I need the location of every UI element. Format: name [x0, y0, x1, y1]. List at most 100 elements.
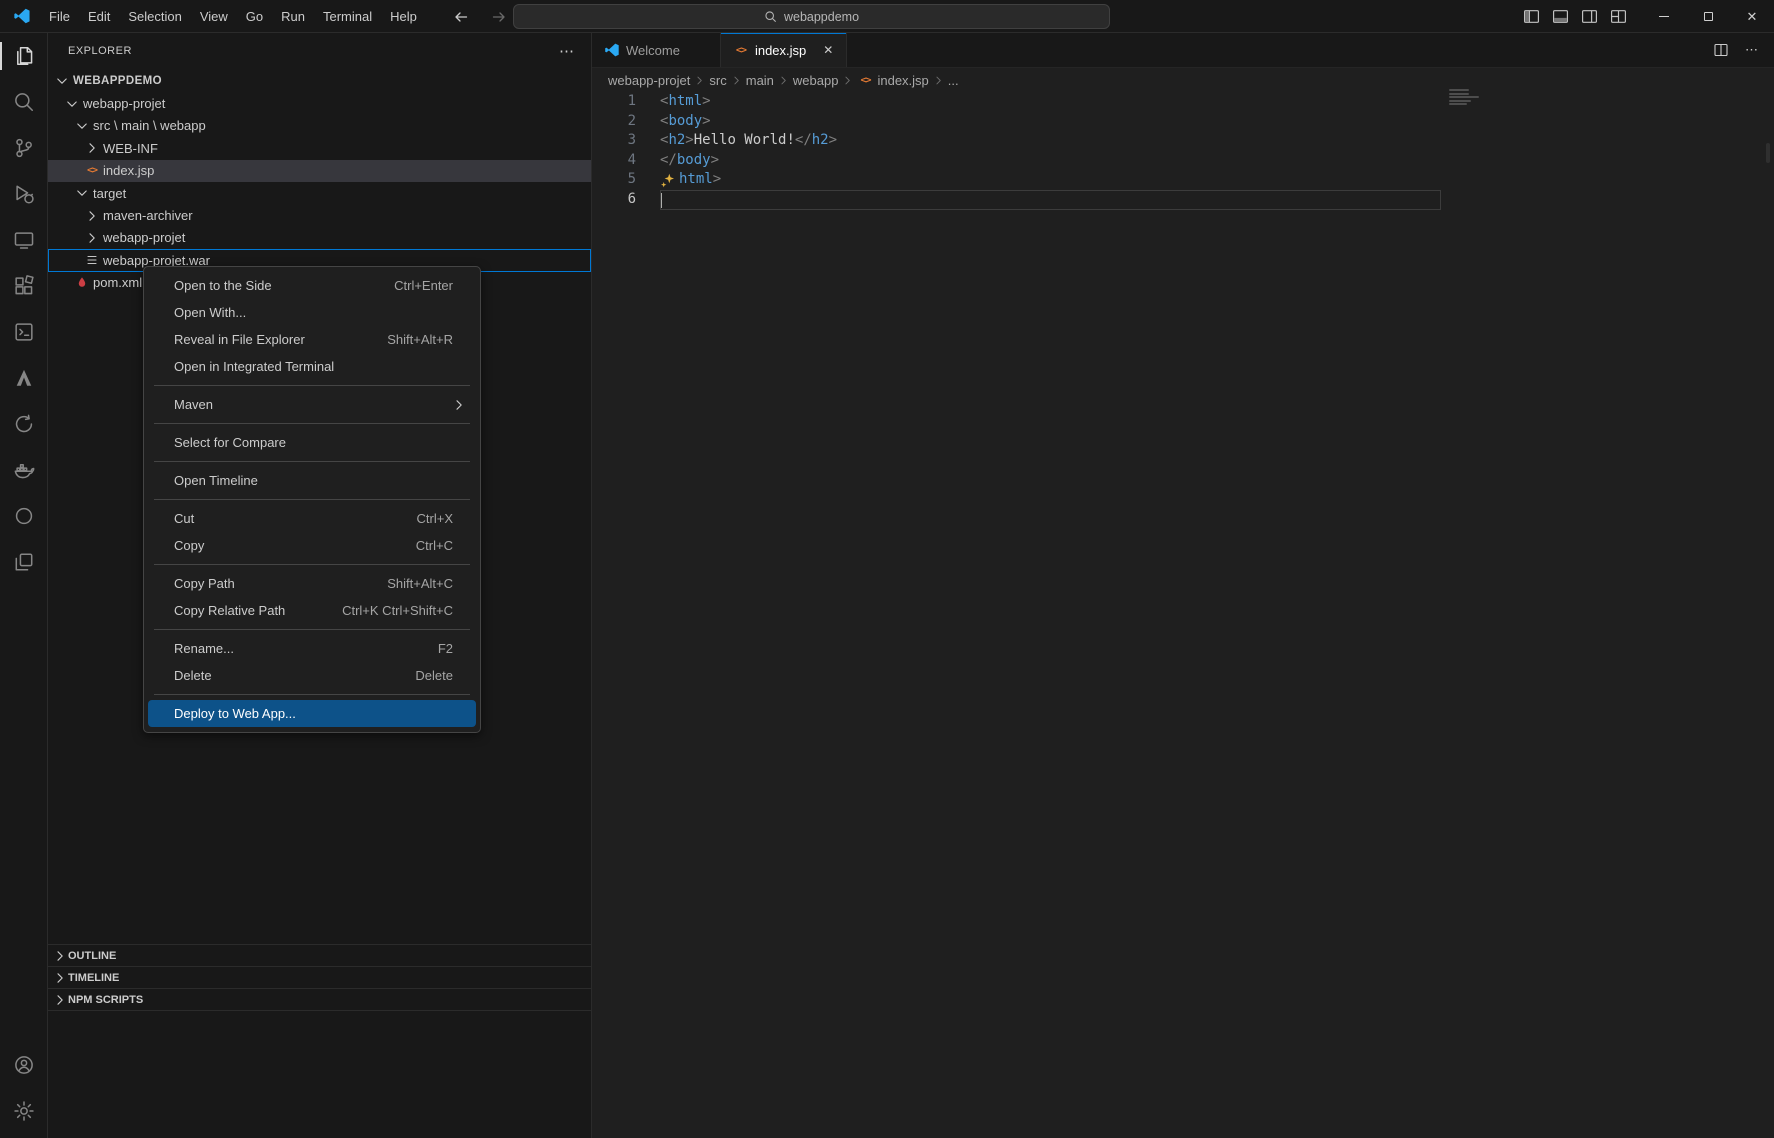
sidebar-section-outline[interactable]: OUTLINE — [48, 944, 591, 966]
menu-separator — [154, 461, 470, 462]
menubar-item-selection[interactable]: Selection — [119, 4, 190, 29]
context-menu-item-open-to-the-side[interactable]: Open to the SideCtrl+Enter — [148, 272, 476, 299]
line-number[interactable]: 2 — [592, 112, 636, 132]
pom-file-icon — [74, 275, 90, 291]
breadcrumb-separator-icon — [730, 74, 743, 87]
run-and-debug-icon[interactable] — [0, 171, 48, 217]
tree-item-webapp-projet[interactable]: webapp-projet — [48, 92, 591, 114]
manage-settings-icon[interactable] — [0, 1088, 48, 1134]
azure-icon[interactable] — [0, 355, 48, 401]
tree-item-webappdemo[interactable]: WEBAPPDEMO — [48, 70, 591, 92]
context-menu-item-copy-relative-path[interactable]: Copy Relative PathCtrl+K Ctrl+Shift+C — [148, 597, 476, 624]
menubar-item-terminal[interactable]: Terminal — [314, 4, 381, 29]
tree-item-label: target — [93, 186, 126, 201]
line-number[interactable]: 1 — [592, 92, 636, 112]
breadcrumb-item-webapp[interactable]: webapp — [793, 73, 839, 88]
context-menu-item-copy[interactable]: CopyCtrl+C — [148, 532, 476, 559]
split-editor-icon[interactable] — [1713, 42, 1729, 58]
dev-containers-icon[interactable] — [0, 309, 48, 355]
command-center-search[interactable]: webappdemo — [513, 4, 1110, 29]
back-button[interactable] — [450, 6, 472, 28]
vscode-file-icon — [604, 42, 620, 58]
code-editor[interactable]: 1<html>2<body>3<h2>Hello World!</h2>4</b… — [592, 92, 1774, 1138]
code-line-5[interactable]: 5html> — [592, 170, 1774, 190]
breadcrumb-item-webapp-projet[interactable]: webapp-projet — [608, 73, 690, 88]
tree-item-src-main-webapp[interactable]: src \ main \ webapp — [48, 115, 591, 137]
breadcrumb-item-item[interactable]: ... — [948, 73, 959, 88]
line-number[interactable]: 5 — [592, 170, 636, 190]
code-line-6[interactable]: 6 — [592, 190, 1774, 210]
code-line-3[interactable]: 3<h2>Hello World!</h2> — [592, 131, 1774, 151]
tab-welcome[interactable]: Welcome✕ — [592, 33, 721, 67]
context-menu-item-maven[interactable]: Maven — [148, 391, 476, 418]
line-number[interactable]: 3 — [592, 131, 636, 151]
menubar-item-run[interactable]: Run — [272, 4, 314, 29]
tree-item-webapp-projet[interactable]: webapp-projet — [48, 227, 591, 249]
close-tab-icon[interactable]: ✕ — [820, 43, 836, 57]
code-line-4[interactable]: 4</body> — [592, 151, 1774, 171]
menu-item-shortcut: Ctrl+K Ctrl+Shift+C — [342, 603, 453, 618]
code-line-content: <html> — [636, 92, 711, 112]
context-menu-item-open-in-integrated-terminal[interactable]: Open in Integrated Terminal — [148, 353, 476, 380]
docker-icon[interactable] — [0, 447, 48, 493]
maximize-button[interactable] — [1686, 0, 1730, 33]
toggle-primary-sidebar-icon[interactable] — [1521, 7, 1541, 27]
line-number[interactable]: 6 — [592, 190, 636, 210]
kubernetes-icon[interactable] — [0, 493, 48, 539]
submenu-chevron-icon — [451, 397, 467, 413]
menu-item-label: Copy — [174, 538, 392, 553]
editor-scrollbar[interactable] — [1766, 143, 1770, 163]
code-line-2[interactable]: 2<body> — [592, 112, 1774, 132]
tab-index-jsp[interactable]: <>index.jsp✕ — [721, 33, 847, 67]
sidebar-section-npm-scripts[interactable]: NPM SCRIPTS — [48, 988, 591, 1010]
tree-item-target[interactable]: target — [48, 182, 591, 204]
context-menu-item-rename[interactable]: Rename...F2 — [148, 635, 476, 662]
breadcrumb-item-index-jsp[interactable]: <>index.jsp — [857, 73, 928, 88]
code-line-content: html> — [636, 170, 721, 190]
context-menu-item-deploy-to-web-app[interactable]: Deploy to Web App... — [148, 700, 476, 727]
minimap[interactable] — [1449, 89, 1481, 107]
explorer-icon[interactable] — [0, 33, 48, 79]
menubar-item-view[interactable]: View — [191, 4, 237, 29]
context-menu-item-delete[interactable]: DeleteDelete — [148, 662, 476, 689]
tree-item-maven-archiver[interactable]: maven-archiver — [48, 204, 591, 226]
tree-item-label: index.jsp — [103, 163, 154, 178]
extensions-icon[interactable] — [0, 263, 48, 309]
chevron-right-icon — [84, 230, 100, 246]
code-token: h2 — [668, 131, 685, 151]
copilot-sparkle-icon[interactable] — [660, 172, 676, 188]
azure-resources-icon[interactable] — [0, 401, 48, 447]
context-menu-item-copy-path[interactable]: Copy PathShift+Alt+C — [148, 570, 476, 597]
minimize-button[interactable] — [1642, 0, 1686, 33]
line-number[interactable]: 4 — [592, 151, 636, 171]
explorer-more-actions-icon[interactable]: ⋯ — [559, 42, 575, 60]
forward-button[interactable] — [488, 6, 510, 28]
remote-windows-icon[interactable] — [0, 539, 48, 585]
context-menu-item-open-with[interactable]: Open With... — [148, 299, 476, 326]
context-menu-item-open-timeline[interactable]: Open Timeline — [148, 467, 476, 494]
menubar-item-help[interactable]: Help — [381, 4, 426, 29]
editor-more-actions-icon[interactable]: ⋯ — [1745, 42, 1758, 58]
context-menu-item-select-for-compare[interactable]: Select for Compare — [148, 429, 476, 456]
tree-item-web-inf[interactable]: WEB-INF — [48, 137, 591, 159]
context-menu-item-cut[interactable]: CutCtrl+X — [148, 505, 476, 532]
command-center-text: webappdemo — [784, 10, 859, 24]
chevron-down-icon — [64, 96, 80, 112]
search-icon[interactable] — [0, 79, 48, 125]
menubar-item-file[interactable]: File — [40, 4, 79, 29]
source-control-icon[interactable] — [0, 125, 48, 171]
menubar-item-go[interactable]: Go — [237, 4, 272, 29]
accounts-icon[interactable] — [0, 1042, 48, 1088]
toggle-secondary-sidebar-icon[interactable] — [1579, 7, 1599, 27]
menubar-item-edit[interactable]: Edit — [79, 4, 119, 29]
sidebar-section-timeline[interactable]: TIMELINE — [48, 966, 591, 988]
close-window-button[interactable]: ✕ — [1730, 0, 1774, 33]
toggle-panel-icon[interactable] — [1550, 7, 1570, 27]
customize-layout-icon[interactable] — [1608, 7, 1628, 27]
remote-explorer-icon[interactable] — [0, 217, 48, 263]
breadcrumb-item-src[interactable]: src — [709, 73, 726, 88]
tree-item-index-jsp[interactable]: <>index.jsp — [48, 160, 591, 182]
breadcrumb-item-main[interactable]: main — [746, 73, 774, 88]
context-menu-item-reveal-in-file-explorer[interactable]: Reveal in File ExplorerShift+Alt+R — [148, 326, 476, 353]
code-line-1[interactable]: 1<html> — [592, 92, 1774, 112]
